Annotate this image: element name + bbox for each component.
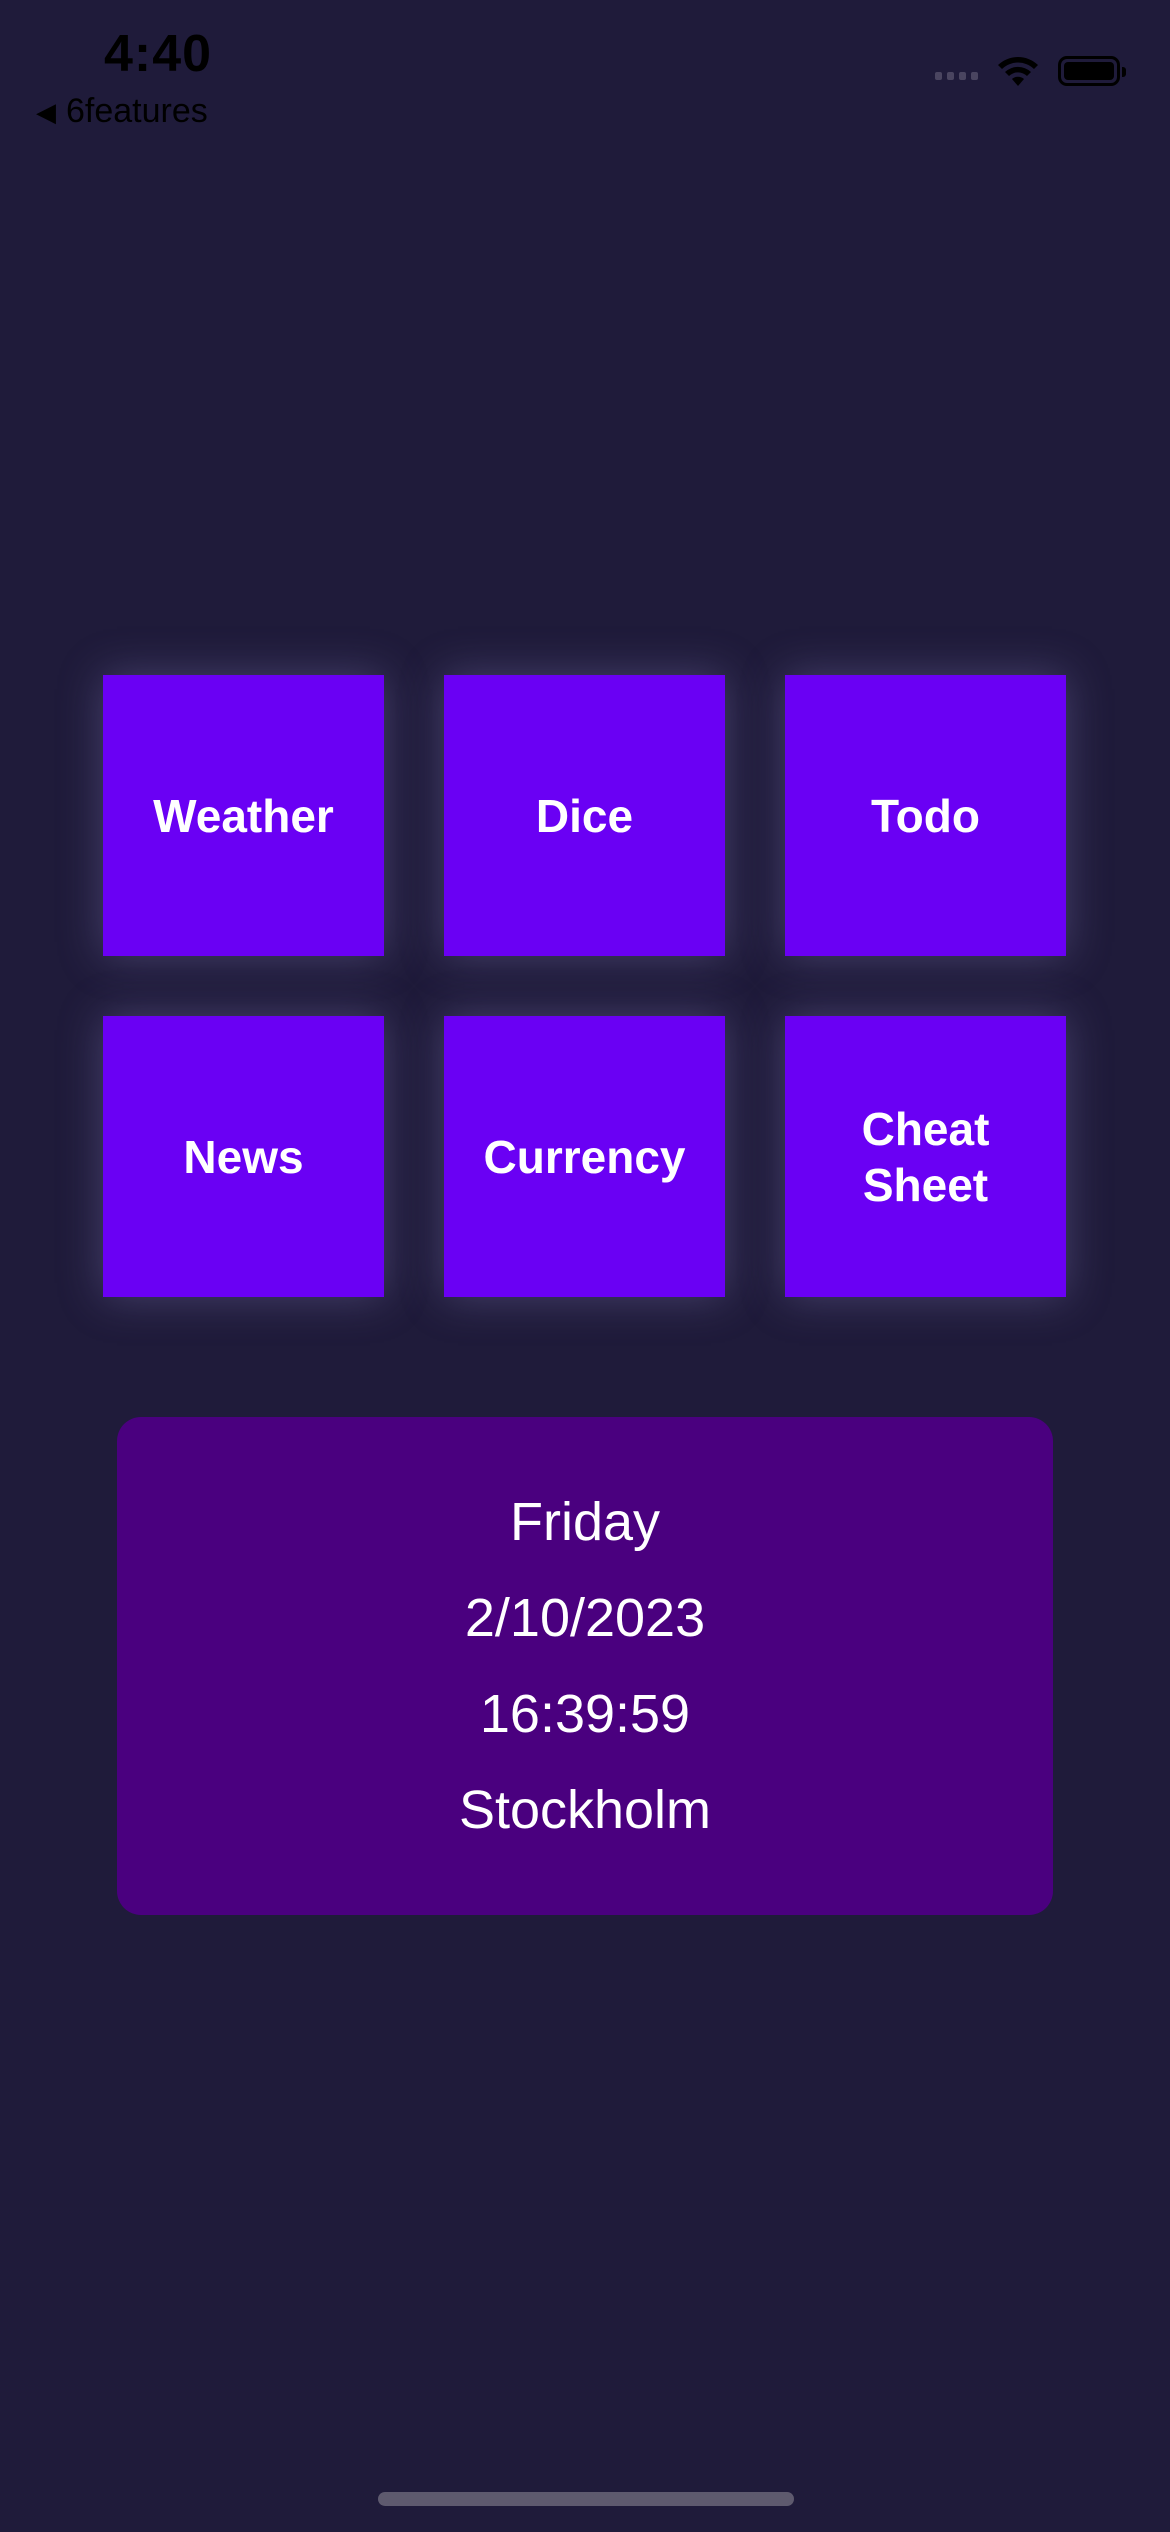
cellular-signal-icon bbox=[935, 62, 978, 80]
battery-icon bbox=[1058, 56, 1126, 86]
date-label: 2/10/2023 bbox=[464, 1588, 706, 1648]
status-indicators bbox=[935, 54, 1126, 88]
news-button[interactable]: News bbox=[103, 1016, 384, 1297]
city-label: Stockholm bbox=[458, 1780, 712, 1840]
weather-button[interactable]: Weather bbox=[103, 675, 384, 956]
back-label: 6features bbox=[66, 92, 208, 130]
back-button[interactable]: ◀ 6features bbox=[36, 92, 208, 131]
wifi-icon bbox=[998, 57, 1038, 86]
clock-label: 16:39:59 bbox=[479, 1684, 691, 1744]
todo-button[interactable]: Todo bbox=[785, 675, 1066, 956]
back-arrow-icon: ◀ bbox=[36, 96, 56, 127]
home-indicator[interactable] bbox=[378, 2492, 794, 2506]
date-time-card: Friday 2/10/2023 16:39:59 Stockholm bbox=[117, 1417, 1053, 1915]
feature-grid: Weather Dice Todo News Currency Cheat Sh… bbox=[103, 675, 1067, 1297]
day-label: Friday bbox=[509, 1492, 661, 1552]
cheat-sheet-button[interactable]: Cheat Sheet bbox=[785, 1016, 1066, 1297]
status-time: 4:40 bbox=[104, 25, 213, 83]
dice-button[interactable]: Dice bbox=[444, 675, 725, 956]
currency-button[interactable]: Currency bbox=[444, 1016, 725, 1297]
